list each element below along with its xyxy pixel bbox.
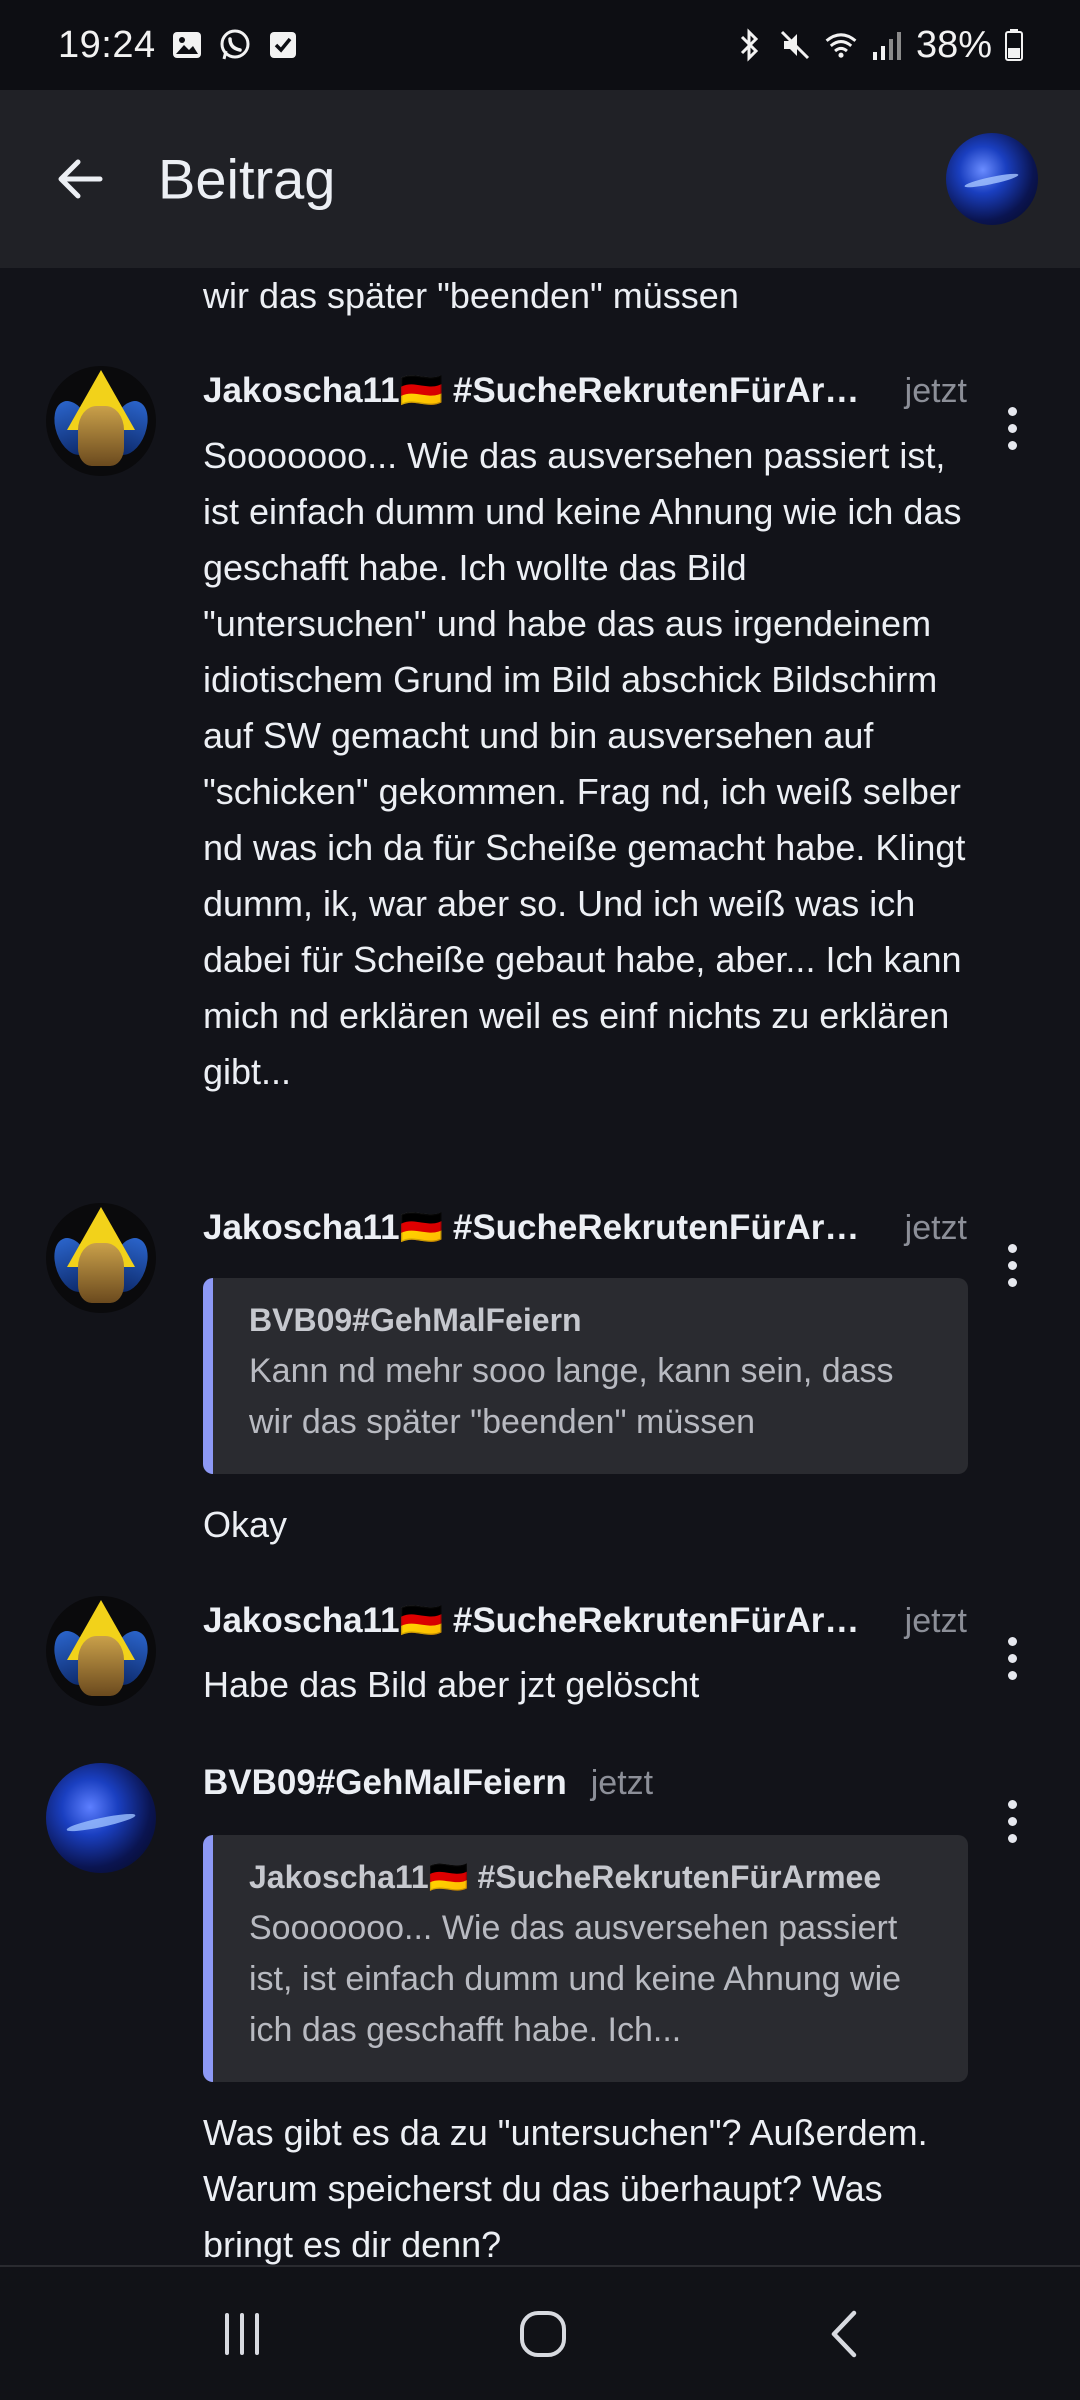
- message-timestamp: jetzt: [904, 1602, 967, 1640]
- home-button[interactable]: [498, 2289, 588, 2379]
- quoted-message[interactable]: BVB09#GehMalFeiern Kann nd mehr sooo lan…: [203, 1278, 968, 1474]
- checkbox-icon: [266, 28, 300, 62]
- message-header: Jakoscha11🇩🇪 #SucheRekrutenFürArm... jet…: [203, 1207, 967, 1248]
- message-timestamp: jetzt: [590, 1764, 654, 1802]
- message-body: Habe das Bild aber jzt gelöscht: [203, 1664, 700, 1705]
- back-nav-icon: [831, 2310, 857, 2357]
- more-options-icon[interactable]: [996, 1793, 1028, 1849]
- system-navigation-bar: [0, 2265, 1080, 2400]
- quote-text: Kann nd mehr sooo lange, kann sein, dass…: [249, 1352, 894, 1441]
- message-header: Jakoscha11🇩🇪 #SucheRekrutenFürArm... jet…: [203, 370, 967, 411]
- status-right: 38%: [732, 24, 1024, 67]
- message-header: BVB09#GehMalFeiern jetzt: [203, 1763, 967, 1803]
- back-button[interactable]: [40, 139, 120, 219]
- user-avatar[interactable]: [946, 133, 1038, 225]
- cutoff-message-text: wir das später "beenden" müssen: [203, 275, 739, 316]
- quoted-message[interactable]: Jakoscha11🇩🇪 #SucheRekrutenFürArmee Sooo…: [203, 1835, 968, 2082]
- more-options-icon[interactable]: [996, 1237, 1028, 1293]
- back-nav-button[interactable]: [800, 2289, 890, 2379]
- home-icon: [520, 2310, 566, 2357]
- quote-author: BVB09#GehMalFeiern: [249, 1302, 582, 1338]
- more-options-icon[interactable]: [996, 400, 1028, 456]
- recents-button[interactable]: [197, 2289, 287, 2379]
- more-options-icon[interactable]: [996, 1630, 1028, 1686]
- whatsapp-icon: [218, 28, 252, 62]
- message-author[interactable]: Jakoscha11🇩🇪 #SucheRekrutenFürArm...: [203, 370, 881, 411]
- author-avatar[interactable]: [46, 1763, 156, 1873]
- message-body: Was gibt es da zu "untersuchen"? Außerde…: [203, 2112, 928, 2265]
- battery-level: 38%: [915, 23, 992, 66]
- status-time: 19:24: [58, 23, 156, 66]
- message-header: Jakoscha11🇩🇪 #SucheRekrutenFürArm... jet…: [203, 1600, 967, 1641]
- author-avatar[interactable]: [46, 1596, 156, 1706]
- message-body: Okay: [203, 1504, 288, 1545]
- gallery-icon: [170, 28, 204, 62]
- mute-icon: [778, 28, 812, 62]
- message-feed[interactable]: wir das später "beenden" müssen Jakoscha…: [0, 268, 1080, 2265]
- status-bar: 19:24 38%: [0, 0, 1080, 90]
- message-author[interactable]: Jakoscha11🇩🇪 #SucheRekrutenFürArm...: [203, 1207, 881, 1248]
- message-timestamp: jetzt: [904, 372, 967, 410]
- message-author[interactable]: Jakoscha11🇩🇪 #SucheRekrutenFürArm...: [203, 1600, 881, 1641]
- author-avatar[interactable]: [46, 366, 156, 476]
- battery-icon: [1004, 28, 1024, 62]
- message-body: Sooooooo... Wie das ausversehen passiert…: [203, 435, 966, 1092]
- message-timestamp: jetzt: [904, 1209, 967, 1247]
- author-avatar[interactable]: [46, 1203, 156, 1313]
- status-left: 19:24: [58, 24, 300, 67]
- back-arrow-icon: [58, 159, 103, 199]
- bluetooth-icon: [732, 28, 766, 62]
- app-bar: Beitrag: [0, 90, 1080, 268]
- signal-icon: [870, 28, 904, 62]
- quote-text: Sooooooo... Wie das ausversehen passiert…: [249, 1909, 902, 2049]
- page-title: Beitrag: [158, 147, 336, 211]
- quote-author: Jakoscha11🇩🇪 #SucheRekrutenFürArmee: [249, 1859, 882, 1895]
- wifi-icon: [824, 28, 858, 62]
- message-author[interactable]: BVB09#GehMalFeiern: [203, 1763, 567, 1803]
- recents-icon: [225, 2312, 259, 2355]
